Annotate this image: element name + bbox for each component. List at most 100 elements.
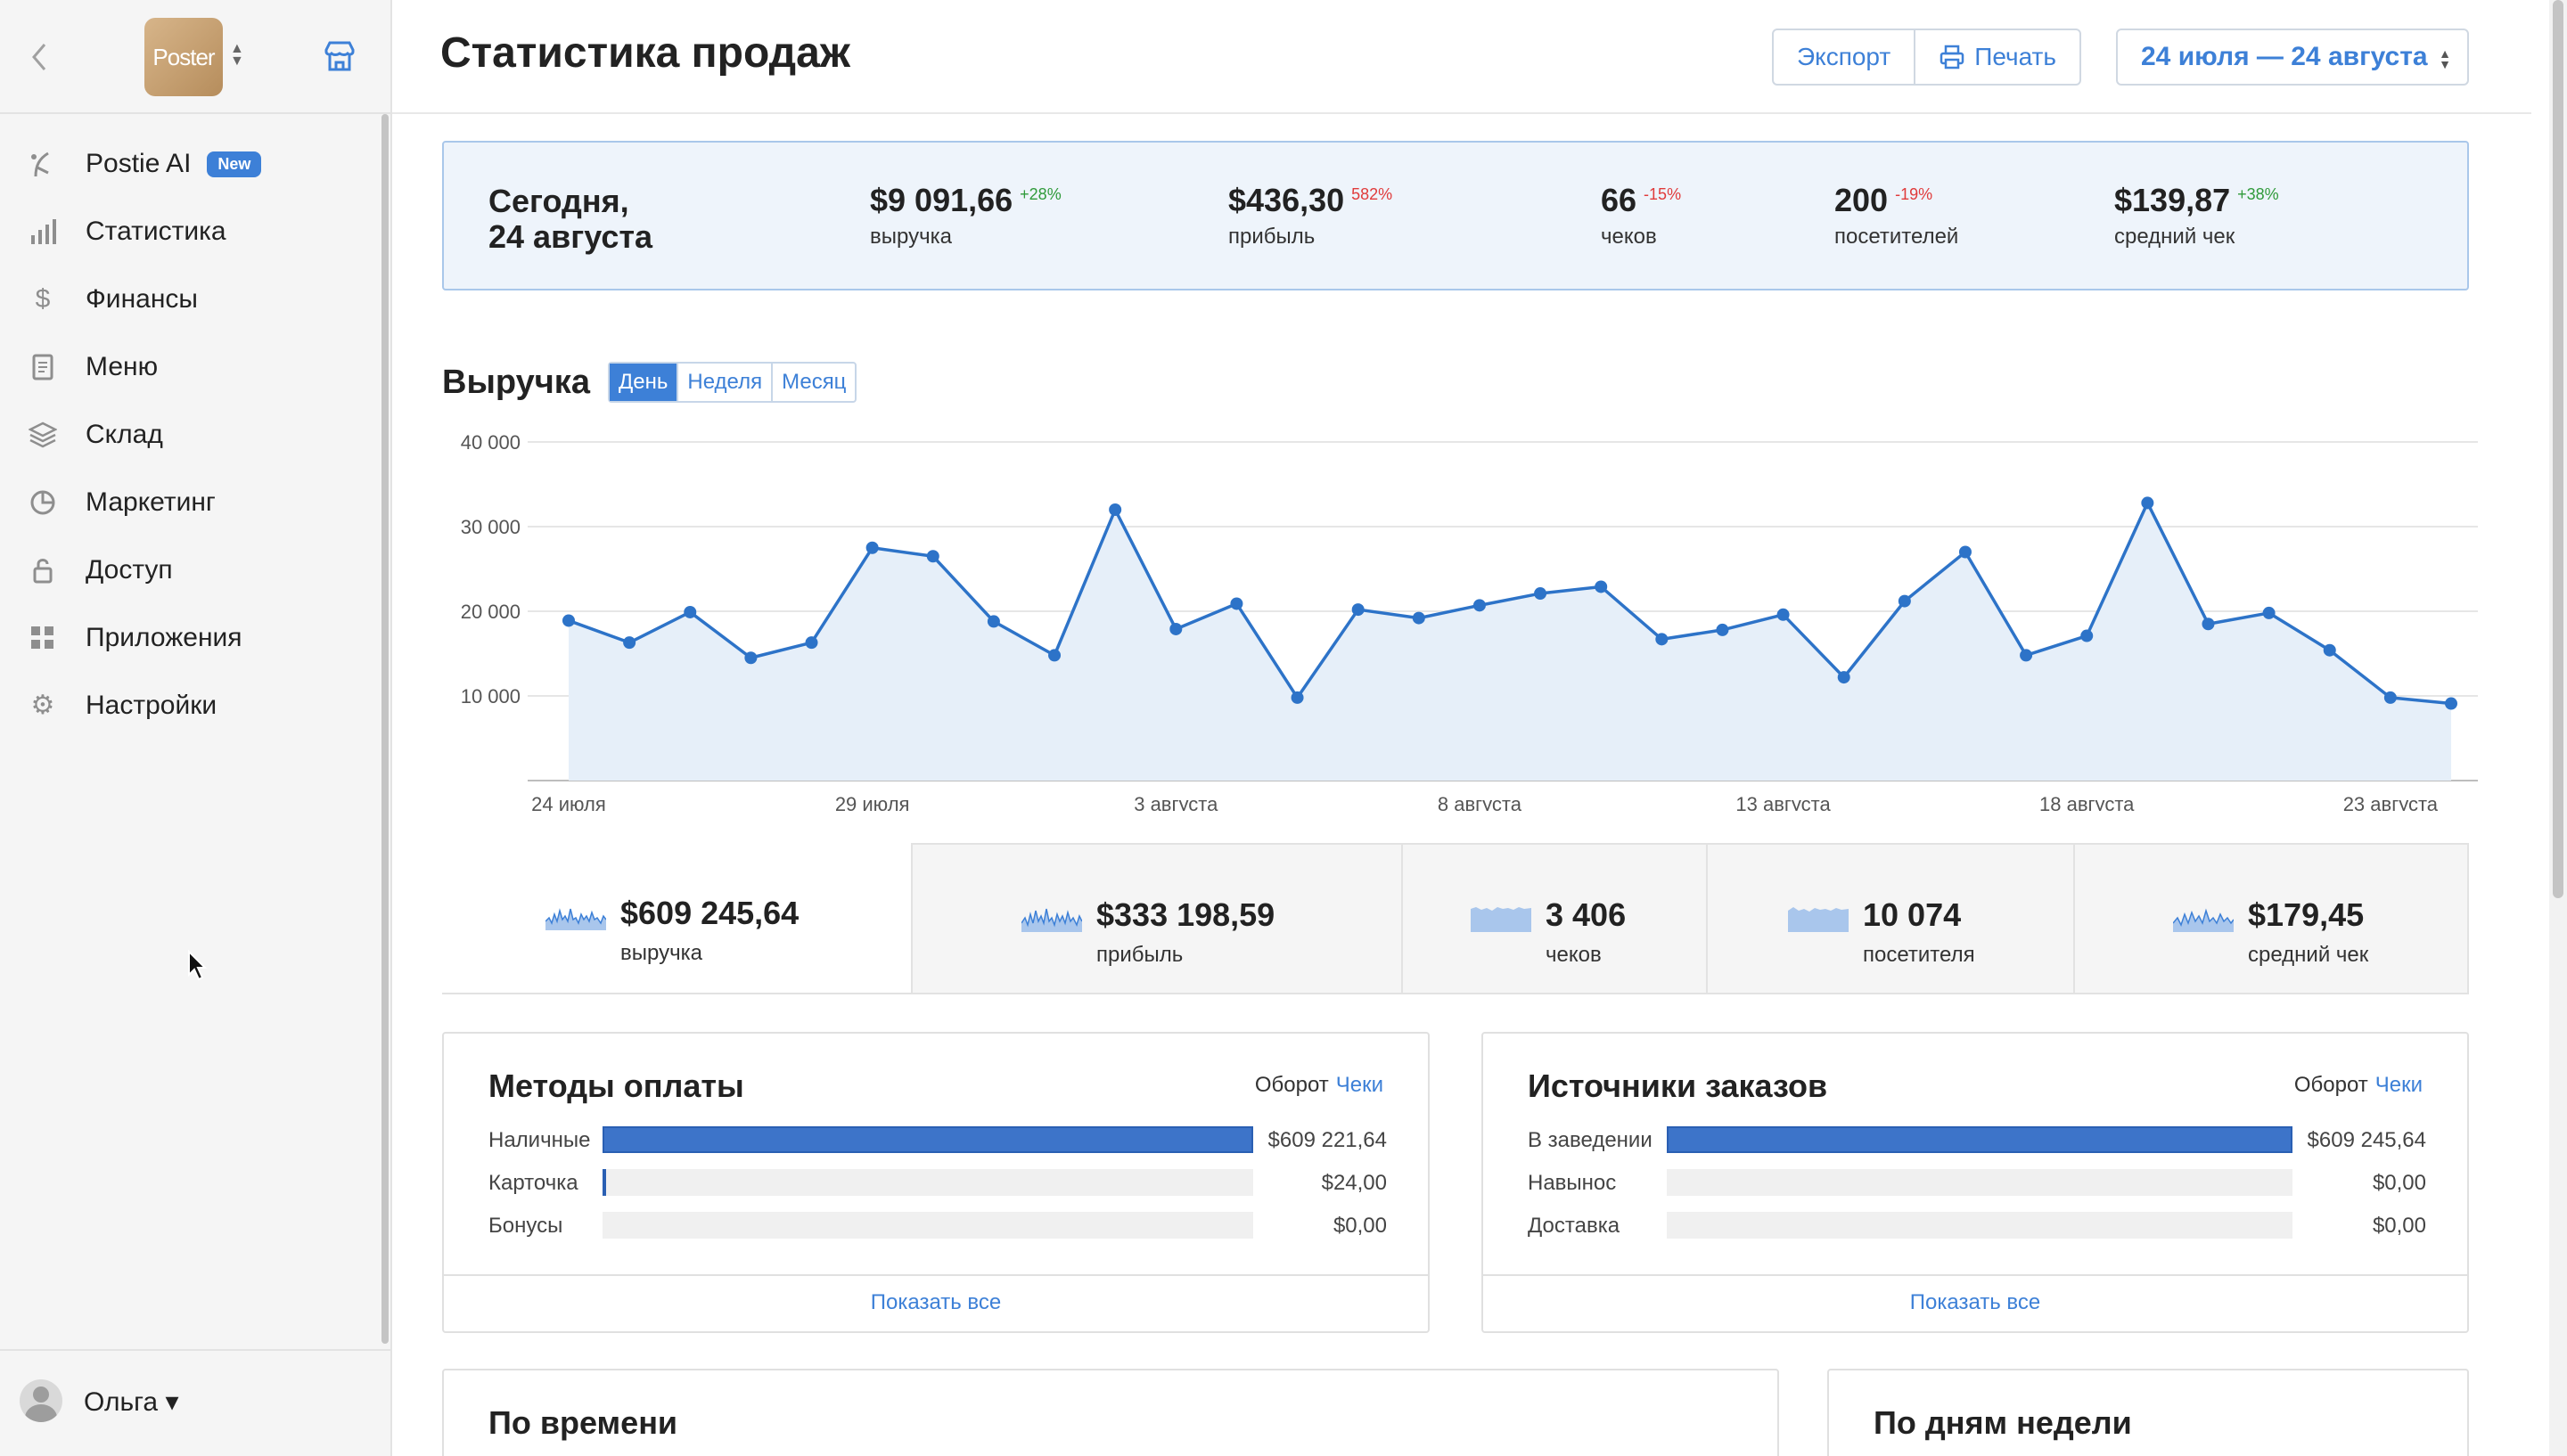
bar-fill: [603, 1169, 606, 1196]
revenue-point: [2141, 496, 2154, 510]
revenue-point: [2445, 697, 2457, 710]
tab-month[interactable]: Месяц: [771, 364, 855, 401]
card-title: По дням недели: [1874, 1404, 2132, 1441]
order-sources-card: Источники заказов Оборот Чеки В заведении…: [1481, 1032, 2469, 1333]
sidebar-header: Poster ▲ ▼: [0, 0, 392, 114]
today-kpi-checks: 66 -15% чеков: [1601, 182, 1682, 249]
back-arrow-icon[interactable]: [27, 39, 53, 75]
source-row: В заведении $609 245,64: [1528, 1126, 2426, 1153]
sidebar-item-warehouse[interactable]: Склад: [0, 401, 383, 469]
revenue-point: [1716, 623, 1729, 636]
sidebar-item-marketing[interactable]: Маркетинг: [0, 469, 383, 536]
revenue-point: [805, 636, 818, 650]
storefront-icon[interactable]: [323, 39, 357, 73]
revenue-point: [2080, 629, 2094, 642]
sidebar-item-label: Postie AI: [86, 149, 192, 178]
revenue-point: [2020, 649, 2033, 662]
summary-visitors[interactable]: 10 074 посетителя: [1706, 843, 2075, 994]
sidebar-item-access[interactable]: Доступ: [0, 536, 383, 604]
sidebar: Poster ▲ ▼ Postie AI New Статистика $ Фин…: [0, 0, 392, 1456]
tab-day[interactable]: День: [610, 364, 677, 401]
tab-week[interactable]: Неделя: [677, 364, 771, 401]
period-switch: День Неделя Месяц: [608, 362, 857, 403]
scrollbar-thumb[interactable]: [2553, 0, 2563, 898]
revenue-point: [744, 651, 758, 665]
grid-icon: [29, 624, 57, 652]
sparkline-icon: [2173, 908, 2234, 932]
printer-icon: [1940, 45, 1964, 70]
payment-row: Наличные $609 221,64: [488, 1126, 1387, 1153]
revenue-point: [2383, 691, 2397, 704]
revenue-point: [1595, 580, 1608, 593]
print-label: Печать: [1974, 43, 2056, 70]
sidebar-item-apps[interactable]: Приложения: [0, 604, 383, 672]
revenue-point: [1898, 594, 1911, 608]
sidebar-item-label: Приложения: [86, 623, 242, 652]
chevron-updown-icon: ▲ ▼: [2439, 46, 2451, 71]
sidebar-item-finance[interactable]: $ Финансы: [0, 266, 383, 333]
user-menu[interactable]: Ольга ▾: [0, 1349, 392, 1456]
source-row: Доставка $0,00: [1528, 1212, 2426, 1239]
today-date: Сегодня, 24 августа: [488, 183, 652, 255]
sparkline-icon: [1788, 907, 1849, 932]
sidebar-item-label: Статистика: [86, 217, 226, 246]
revenue-point: [2323, 643, 2336, 657]
show-all-link[interactable]: Показать все: [444, 1274, 1428, 1331]
revenue-point: [1776, 608, 1790, 621]
revenue-point: [2262, 606, 2276, 619]
avatar: [20, 1379, 62, 1422]
summary-checks[interactable]: 3 406 чеков: [1401, 843, 1708, 994]
today-kpi-profit: $436,30 582% прибыль: [1228, 182, 1393, 249]
revenue-point: [926, 550, 939, 563]
sidebar-item-statistics[interactable]: Статистика: [0, 198, 383, 266]
sidebar-item-postie-ai[interactable]: Postie AI New: [0, 130, 383, 198]
revenue-chart: 10 000 20 000 30 000 40 000 24 июля 29 июля 3 …: [461, 431, 2478, 811]
sidebar-item-settings[interactable]: ⚙ Настройки: [0, 672, 383, 740]
toggle-turnover[interactable]: Оборот: [2294, 1073, 2368, 1097]
today-summary: Сегодня, 24 августа $9 091,66 +28% выручк…: [442, 141, 2469, 290]
revenue-point: [1230, 597, 1243, 610]
revenue-title: Выручка: [442, 364, 590, 401]
main-scrollbar[interactable]: [2549, 0, 2567, 1456]
sidebar-item-menu[interactable]: Меню: [0, 333, 383, 401]
sidebar-scrollbar[interactable]: [381, 114, 389, 1344]
revenue-point: [987, 615, 1000, 628]
main-content: Статистика продаж Экспорт Печать 24 июля…: [392, 0, 2531, 1456]
export-button[interactable]: Экспорт: [1774, 30, 1914, 84]
toggle-checks[interactable]: Чеки: [2375, 1073, 2423, 1097]
sparkline-icon: [1471, 907, 1531, 932]
pie-icon: [29, 488, 57, 517]
toggle-turnover[interactable]: Оборот: [1255, 1073, 1329, 1097]
date-range-picker[interactable]: 24 июля — 24 августа ▲ ▼: [2116, 29, 2469, 86]
revenue-point: [1109, 503, 1122, 516]
summary-profit[interactable]: $333 198,59 прибыль: [911, 843, 1403, 994]
page-header: Статистика продаж Экспорт Печать 24 июля…: [392, 0, 2531, 114]
revenue-point: [1472, 599, 1486, 612]
date-range-label: 24 июля — 24 августа: [2141, 42, 2428, 71]
y-tick-label: 20 000: [461, 601, 521, 623]
y-tick-label: 30 000: [461, 516, 521, 538]
document-icon: [29, 353, 57, 381]
metric-toggle: Оборот Чеки: [1255, 1073, 1383, 1098]
page-title: Статистика продаж: [440, 29, 850, 77]
switch-business-icon[interactable]: ▲ ▼: [230, 42, 244, 69]
metric-toggle: Оборот Чеки: [2294, 1073, 2423, 1098]
today-kpi-visitors: 200 -19% посетителей: [1834, 182, 1959, 249]
postie-ai-icon: [29, 150, 57, 178]
user-name[interactable]: Ольга ▾: [84, 1386, 179, 1418]
source-row: Навынос $0,00: [1528, 1169, 2426, 1196]
summary-revenue[interactable]: $609 245,64 выручка: [442, 843, 911, 994]
gear-icon: ⚙: [30, 691, 55, 720]
today-kpi-avg-check: $139,87 +38% средний чек: [2114, 182, 2279, 249]
revenue-point: [1837, 671, 1850, 684]
show-all-link[interactable]: Показать все: [1483, 1274, 2467, 1331]
sidebar-item-label: Склад: [86, 420, 163, 449]
bar-fill: [1667, 1126, 2292, 1153]
bar-chart-icon: [29, 217, 57, 246]
sidebar-item-label: Меню: [86, 352, 159, 381]
print-button[interactable]: Печать: [1914, 30, 2079, 84]
revenue-point: [865, 541, 879, 554]
summary-avg-check[interactable]: $179,45 средний чек: [2073, 843, 2469, 994]
business-logo[interactable]: Poster: [144, 18, 223, 96]
toggle-checks[interactable]: Чеки: [1336, 1073, 1383, 1097]
